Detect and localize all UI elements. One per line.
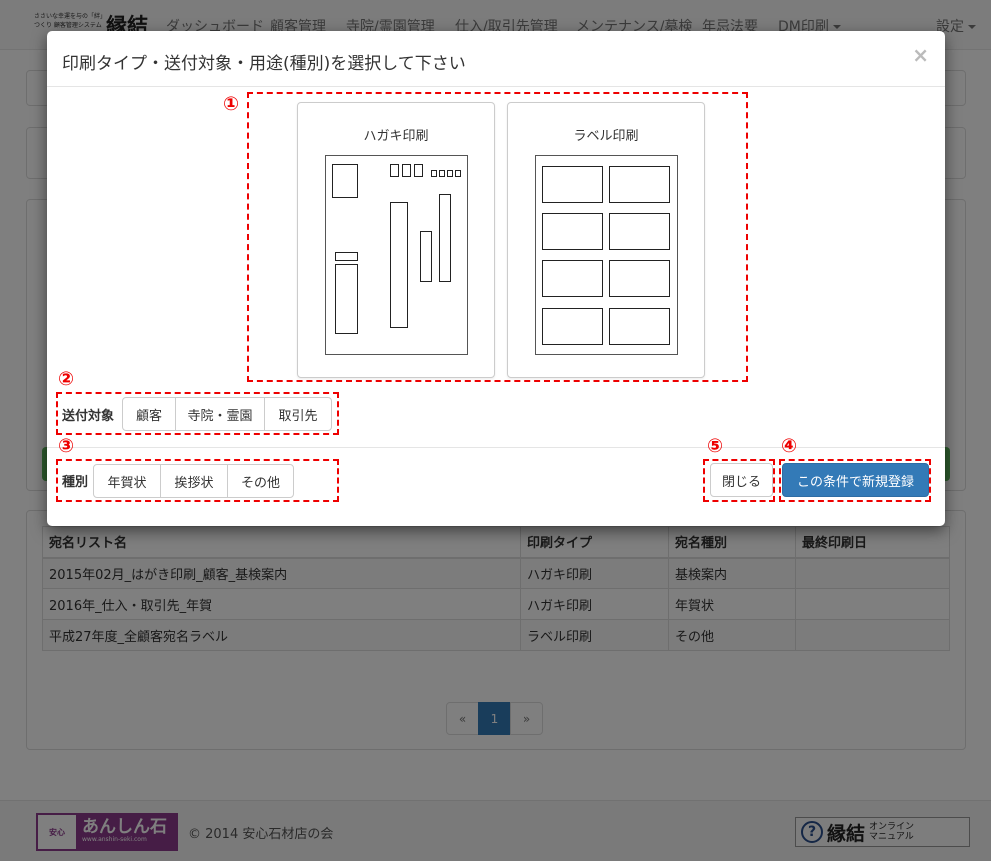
print-type-modal: 印刷タイプ・送付対象・用途(種別)を選択して下さい × ① ハガキ印刷 ラベル印… [47,31,945,526]
category-label: 種別 [62,475,89,490]
print-type-label-sheet[interactable]: ラベル印刷 [507,102,705,378]
category-option-greeting[interactable]: 挨拶状 [160,464,228,498]
recipient-label: 送付対象 [62,409,115,424]
label-sheet-preview [535,155,678,355]
category-button-group: 年賀状 挨拶状 その他 [93,464,294,498]
close-button[interactable]: 閉じる [710,463,773,497]
recipient-button-group: 顧客 寺院・霊園 取引先 [122,397,332,431]
postcard-preview [325,155,468,355]
close-icon[interactable]: × [912,45,929,65]
category-option-other[interactable]: その他 [227,464,294,498]
recipient-option-temple[interactable]: 寺院・霊園 [175,397,265,431]
register-button[interactable]: この条件で新規登録 [782,463,929,497]
annotation-2: ② [58,368,75,390]
print-type-label: ハガキ印刷 [363,129,429,144]
annotation-4: ④ [781,435,798,457]
annotation-5: ⑤ [707,435,724,457]
modal-header: 印刷タイプ・送付対象・用途(種別)を選択して下さい × [47,31,945,87]
annotation-3: ③ [58,435,75,457]
annotation-1: ① [223,93,240,115]
modal-title: 印刷タイプ・送付対象・用途(種別)を選択して下さい [62,54,466,74]
print-type-postcard[interactable]: ハガキ印刷 [297,102,495,378]
recipient-option-customer[interactable]: 顧客 [122,397,176,431]
category-option-newyear[interactable]: 年賀状 [93,464,161,498]
modal-footer-divider [47,447,945,448]
print-type-label: ラベル印刷 [573,129,639,144]
recipient-option-supplier[interactable]: 取引先 [264,397,332,431]
